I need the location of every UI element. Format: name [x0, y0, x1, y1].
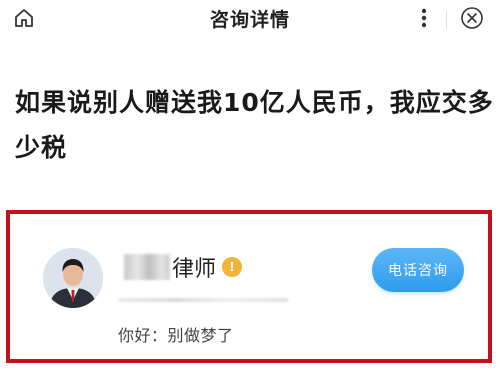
lawyer-name-row: 律师 ! [124, 250, 243, 284]
verified-badge-icon: ! [222, 257, 243, 277]
blurred-subtitle-mask [118, 298, 288, 302]
question-title: 如果说别人赠送我10亿人民币，我应交多少税 [15, 88, 494, 162]
close-circle-icon [460, 6, 484, 34]
phone-consult-button[interactable]: 电话咨询 [372, 248, 464, 292]
lawyer-name: 律师 [172, 257, 217, 282]
top-nav-bar: 咨询详情 [0, 0, 500, 40]
nav-divider [446, 11, 447, 29]
lawyer-avatar[interactable] [43, 248, 103, 308]
blurred-name-mask [124, 254, 170, 280]
close-button[interactable] [456, 4, 488, 36]
more-vertical-icon [420, 7, 428, 33]
lawyer-reply: 你好：别做梦了 [118, 326, 234, 345]
consultation-detail-screen: 咨询详情 如果说别人赠送我10亿人民币，我应交多少税 律师 ! 电话咨询 你好：… [0, 0, 500, 377]
more-button[interactable] [408, 4, 440, 36]
lawyer-answer-card[interactable]: 律师 ! 电话咨询 你好：别做梦了 [6, 210, 492, 363]
